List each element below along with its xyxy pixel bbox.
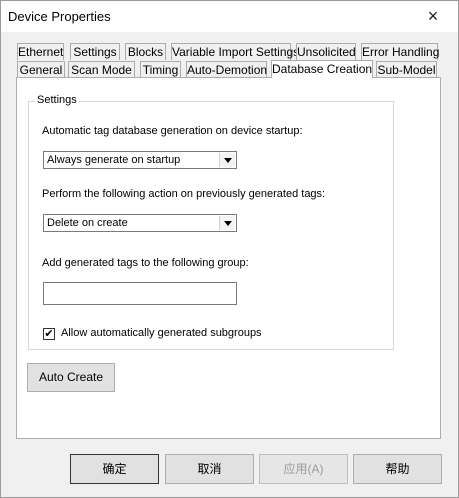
tab-label: Sub-Model <box>377 63 436 77</box>
action-select[interactable]: Delete on create <box>43 214 237 232</box>
cancel-button[interactable]: 取消 <box>165 454 254 484</box>
tab-label: Scan Mode <box>71 63 132 77</box>
settings-legend: Settings <box>35 94 79 106</box>
tab-label: Error Handling <box>362 45 440 59</box>
tab-database-creation[interactable]: Database Creation <box>271 60 373 78</box>
tab-sub-model[interactable]: Sub-Model <box>376 61 437 78</box>
tab-label: Variable Import Settings <box>172 45 300 59</box>
group-label: Add generated tags to the following grou… <box>42 257 249 269</box>
database-creation-panel: Settings Automatic tag database generati… <box>16 77 441 439</box>
tab-label: Timing <box>142 63 179 77</box>
tab-label: Unsolicited <box>297 45 356 59</box>
tab-label: Blocks <box>127 45 164 59</box>
tab-error-handling[interactable]: Error Handling <box>361 43 440 60</box>
tab-label: Auto-Demotion <box>187 63 268 77</box>
tab-unsolicited[interactable]: Unsolicited <box>296 43 356 60</box>
help-button[interactable]: 帮助 <box>353 454 442 484</box>
tab-blocks[interactable]: Blocks <box>125 43 166 60</box>
tab-general[interactable]: General <box>17 61 65 78</box>
title-bar: Device Properties × <box>1 1 458 32</box>
tab-auto-demotion[interactable]: Auto-Demotion <box>186 61 267 78</box>
group-input[interactable] <box>43 282 237 305</box>
settings-groupbox: Settings Automatic tag database generati… <box>28 94 394 350</box>
tab-label: Ethernet <box>18 45 64 59</box>
subgroups-checkbox[interactable]: ✔ <box>43 328 55 340</box>
generation-select-value: Always generate on startup <box>47 154 181 166</box>
ok-button[interactable]: 确定 <box>70 454 159 484</box>
close-icon[interactable]: × <box>421 5 445 27</box>
auto-create-button[interactable]: Auto Create <box>27 363 115 392</box>
tab-timing[interactable]: Timing <box>140 61 181 78</box>
chevron-down-icon[interactable] <box>219 216 235 230</box>
device-properties-dialog: Device Properties × Ethernet Settings Bl… <box>0 0 459 498</box>
action-label: Perform the following action on previous… <box>42 188 326 200</box>
subgroups-label[interactable]: Allow automatically generated subgroups <box>61 327 262 339</box>
action-select-value: Delete on create <box>47 217 128 229</box>
window-title: Device Properties <box>8 9 111 24</box>
generation-label: Automatic tag database generation on dev… <box>42 125 303 137</box>
tab-variable-import-settings[interactable]: Variable Import Settings <box>171 43 299 60</box>
tab-label: Database Creation <box>272 62 373 76</box>
tab-label: Settings <box>73 45 117 59</box>
check-icon: ✔ <box>44 328 54 340</box>
tab-settings[interactable]: Settings <box>70 43 120 60</box>
generation-select[interactable]: Always generate on startup <box>43 151 237 169</box>
tab-label: General <box>19 63 63 77</box>
apply-button[interactable]: 应用(A) <box>259 454 348 484</box>
tab-scan-mode[interactable]: Scan Mode <box>68 61 135 78</box>
tab-ethernet[interactable]: Ethernet <box>17 43 64 60</box>
chevron-down-icon[interactable] <box>219 153 235 167</box>
